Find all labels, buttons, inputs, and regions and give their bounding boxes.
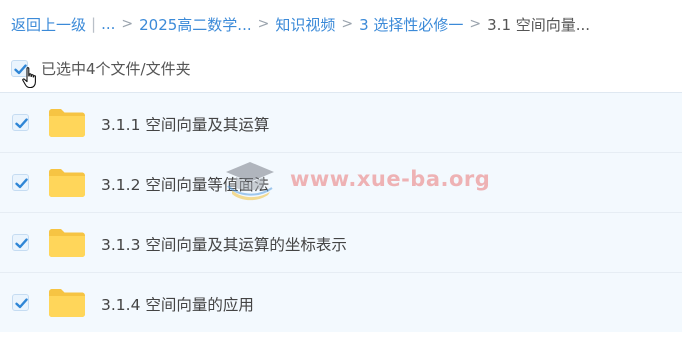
graduation-cap-icon bbox=[226, 162, 274, 201]
breadcrumb-ellipsis[interactable]: ... bbox=[101, 15, 115, 33]
folder-icon bbox=[49, 289, 85, 317]
breadcrumb-chevron-icon: > bbox=[257, 16, 270, 32]
file-name[interactable]: 3.1.3 空间向量及其运算的坐标表示 bbox=[101, 233, 347, 255]
item-checkbox[interactable] bbox=[12, 234, 29, 251]
folder-icon bbox=[49, 229, 85, 257]
breadcrumb: 返回上一级 | ... > 2025高二数学... > 知识视频 > 3 选择性… bbox=[11, 12, 590, 36]
file-list: 3.1.1 空间向量及其运算 3.1.2 空间向量等值面法 3.1.3 空间向量… bbox=[0, 92, 682, 332]
check-icon bbox=[15, 238, 28, 249]
breadcrumb-chevron-icon: > bbox=[469, 16, 482, 32]
folder-icon bbox=[49, 109, 85, 137]
check-icon bbox=[15, 178, 28, 189]
breadcrumb-item-videos[interactable]: 知识视频 bbox=[275, 14, 335, 35]
watermark-text: www.xue-ba.org bbox=[290, 167, 491, 191]
back-link[interactable]: 返回上一级 bbox=[11, 14, 86, 35]
item-checkbox[interactable] bbox=[12, 174, 29, 191]
breadcrumb-item-volume[interactable]: 3 选择性必修一 bbox=[359, 14, 463, 35]
item-checkbox[interactable] bbox=[12, 114, 29, 131]
item-checkbox[interactable] bbox=[12, 294, 29, 311]
list-item[interactable]: 3.1.4 空间向量的应用 bbox=[0, 272, 682, 332]
file-browser: 返回上一级 | ... > 2025高二数学... > 知识视频 > 3 选择性… bbox=[0, 0, 682, 364]
list-item[interactable]: 3.1.1 空间向量及其运算 bbox=[0, 92, 682, 152]
watermark: www.xue-ba.org bbox=[222, 156, 490, 204]
breadcrumb-chevron-icon: > bbox=[121, 16, 134, 32]
selection-count-label: 已选中4个文件/文件夹 bbox=[41, 59, 191, 78]
folder-icon bbox=[49, 169, 85, 197]
breadcrumb-item-current: 3.1 空间向量... bbox=[487, 15, 591, 34]
breadcrumb-divider: | bbox=[91, 15, 97, 33]
breadcrumb-item-course[interactable]: 2025高二数学... bbox=[139, 14, 251, 35]
hand-pointer-icon bbox=[22, 67, 36, 89]
file-name[interactable]: 3.1.1 空间向量及其运算 bbox=[101, 113, 269, 135]
breadcrumb-chevron-icon: > bbox=[341, 16, 354, 32]
check-icon bbox=[15, 118, 28, 129]
list-item[interactable]: 3.1.3 空间向量及其运算的坐标表示 bbox=[0, 212, 682, 272]
file-name[interactable]: 3.1.4 空间向量的应用 bbox=[101, 293, 254, 315]
check-icon bbox=[15, 298, 28, 309]
